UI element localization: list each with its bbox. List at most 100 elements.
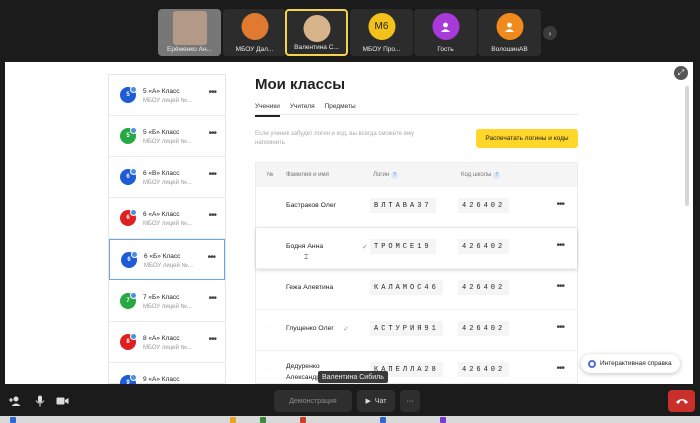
screen-share-button[interactable]: Демонстрация [274, 390, 352, 412]
more-icon[interactable]: ••• [208, 210, 216, 221]
student-login: ВЛТАВА37 [370, 198, 436, 213]
class-list: 5 5 «А» Класс МБОУ лицей №... ••• 5 5 «Б… [108, 74, 226, 384]
school-code: 426402 [458, 362, 510, 377]
class-school: МБОУ лицей №... [143, 345, 192, 351]
school-code: 426402 [458, 280, 510, 295]
participant-name: ВолошинАВ [491, 46, 528, 53]
student-name: Гежа Алевтина [286, 284, 334, 291]
help-label: Интерактивная справка [600, 360, 672, 367]
participant-avatar [241, 13, 268, 40]
more-icon[interactable]: ••• [556, 281, 564, 292]
class-name: 5 «Б» Класс [143, 129, 180, 136]
table-row[interactable]: · Бастраков Олег ВЛТАВА37 426402 ••• [256, 187, 577, 228]
more-options-button[interactable]: ··· [400, 390, 420, 412]
table-row[interactable]: · Глущенко Олег ✓ АСТУРИЯ91 426402 ••• [256, 310, 577, 351]
person-icon [441, 22, 450, 32]
row-number: · [267, 202, 269, 208]
class-name: 7 «Б» Класс [143, 294, 180, 301]
more-icon[interactable]: ••• [208, 87, 216, 98]
participant-tile-3[interactable]: Валентина С... [285, 9, 348, 56]
app-icon[interactable] [440, 417, 446, 423]
more-icon[interactable]: ••• [207, 252, 215, 263]
more-icon[interactable]: ••• [208, 293, 216, 304]
mouse-cursor-icon: ⌶ [304, 254, 309, 261]
class-school: МБОУ лицей №... [143, 221, 192, 227]
class-name: 6 «А» Класс [143, 211, 180, 218]
class-item[interactable]: 5 5 «Б» Класс МБОУ лицей №... ••• [109, 116, 225, 157]
more-icon[interactable]: ••• [208, 128, 216, 139]
student-login: АСТУРИЯ91 [370, 321, 443, 336]
more-icon[interactable]: ••• [556, 363, 564, 374]
hangup-icon[interactable] [668, 390, 695, 412]
student-name: Бастраков Олег [286, 202, 337, 209]
class-item[interactable]: 8 8 «А» Класс МБОУ лицей №... ••• [109, 322, 225, 363]
class-badge: 6 [120, 209, 137, 226]
add-participant-icon[interactable] [5, 390, 25, 412]
participant-tile-4[interactable]: М6 МБОУ Про... [350, 9, 413, 56]
chat-button[interactable]: ▶ Чат [357, 390, 395, 412]
class-badge: 6 [120, 168, 137, 185]
class-item[interactable]: 7 7 «Б» Класс МБОУ лицей №... ••• [109, 281, 225, 322]
hint-text: Если ученик забудет логин и код, вы всег… [255, 131, 415, 146]
call-controls: Демонстрация ▶ Чат ··· [0, 384, 700, 416]
participant-name: Гость [437, 46, 454, 53]
class-item[interactable]: 6 6 «В» Класс МБОУ лицей №... ••• [109, 157, 225, 198]
windows-start-icon[interactable] [10, 417, 16, 423]
print-logins-button[interactable]: Распечатать логины и коды [476, 129, 578, 148]
class-item-selected[interactable]: 6 6 «Б» Класс МБОУ лицей №... ••• [109, 239, 225, 280]
class-item[interactable]: 5 5 «А» Класс МБОУ лицей №... ••• [109, 75, 225, 116]
row-number: · [267, 366, 269, 372]
tabs-divider [255, 114, 578, 115]
chat-label: Чат [374, 397, 387, 405]
speaker-tooltip: Валентина Сибиль [318, 371, 388, 383]
more-icon[interactable]: ••• [556, 240, 564, 251]
class-school: МБОУ лицей №... [144, 263, 193, 269]
scrollbar-thumb[interactable] [685, 86, 689, 206]
play-icon: ▶ [365, 398, 371, 405]
camera-icon[interactable] [52, 390, 72, 412]
student-name: Глущенко Олег [286, 325, 334, 332]
microphone-icon[interactable] [30, 390, 50, 412]
question-icon[interactable]: ? [391, 172, 399, 179]
taskbar [0, 416, 700, 423]
more-icon[interactable]: ••• [208, 334, 216, 345]
class-name: 6 «Б» Класс [144, 253, 181, 260]
participant-name: МБОУ Про... [362, 46, 401, 53]
app-icon[interactable] [260, 417, 266, 423]
more-icon[interactable]: ••• [208, 169, 216, 180]
header-num: № [267, 172, 274, 178]
video-call-window: Ерёменко Ан... МБОУ Дал... Валентина С..… [0, 0, 700, 423]
page-title: Мои классы [255, 76, 346, 93]
class-item[interactable]: 6 6 «А» Класс МБОУ лицей №... ••• [109, 198, 225, 239]
student-name: Бодня Анна [286, 243, 324, 250]
table-row[interactable]: · Дедуренко Александр КАПЕЛЛА28 426402 •… [256, 351, 577, 384]
participants-strip: Ерёменко Ан... МБОУ Дал... Валентина С..… [0, 0, 700, 62]
participant-name: Валентина С... [294, 44, 339, 51]
participant-tile-1[interactable]: Ерёменко Ан... [158, 9, 221, 56]
students-table: № Фамилия и имя Логин? Код школы? · Баст… [255, 162, 578, 384]
header-name: Фамилия и имя [286, 172, 329, 178]
class-item[interactable]: 9 9 «А» Класс [109, 363, 225, 384]
interactive-help-button[interactable]: Интерактивная справка [581, 354, 680, 373]
chevron-right-icon[interactable]: › [543, 26, 557, 40]
more-icon[interactable]: ••• [556, 199, 564, 210]
expand-icon[interactable]: ⤢ [674, 66, 688, 80]
app-icon[interactable] [300, 417, 306, 423]
student-login: ТРОМСЕ19 [370, 239, 436, 254]
more-icon[interactable]: ••• [556, 322, 564, 333]
table-row[interactable]: · Бодня Анна ✓ ТРОМСЕ19 426402 ••• ⌶ [256, 228, 577, 269]
class-badge: 7 [120, 292, 137, 309]
participant-tile-6[interactable]: ВолошинАВ [478, 9, 541, 56]
participant-tile-5[interactable]: Гость [414, 9, 477, 56]
app-icon[interactable] [230, 417, 236, 423]
participant-avatar: М6 [368, 13, 395, 40]
table-row[interactable]: · Гежа Алевтина КАЛАМОС46 426402 ••• [256, 269, 577, 310]
class-badge: 6 [121, 251, 138, 268]
row-number: · [267, 284, 269, 290]
participant-tile-2[interactable]: МБОУ Дал... [223, 9, 286, 56]
app-icon[interactable] [380, 417, 386, 423]
class-name: 6 «В» Класс [143, 170, 180, 177]
question-icon[interactable]: ? [493, 172, 501, 179]
header-login: Логин? [373, 172, 399, 179]
scrollbar[interactable] [685, 86, 689, 376]
